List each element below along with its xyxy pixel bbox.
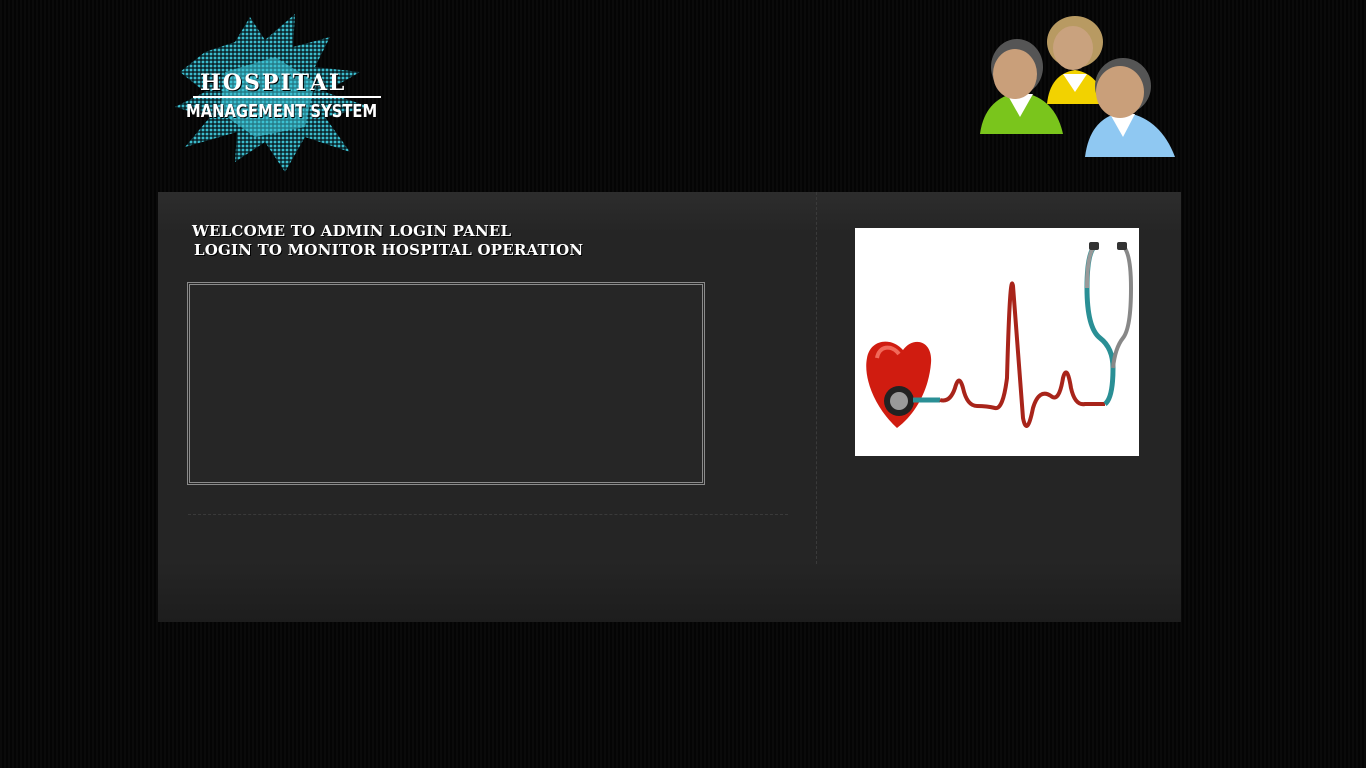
- welcome-heading: WELCOME TO ADMIN LOGIN PANEL: [192, 222, 512, 240]
- logo-title: HOSPITAL: [200, 70, 347, 96]
- vertical-divider: [816, 192, 817, 564]
- welcome-subheading: LOGIN TO MONITOR HOSPITAL OPERATION: [194, 241, 584, 259]
- users-group-icon: [975, 12, 1185, 167]
- hospital-logo: HOSPITAL MANAGEMENT SYSTEM: [165, 12, 395, 177]
- login-form-frame: [187, 282, 705, 485]
- page: HOSPITAL MANAGEMENT SYSTEM WELCOME TO AD…: [0, 0, 1366, 768]
- heart-stethoscope-ecg-image: [855, 228, 1139, 456]
- horizontal-divider: [188, 514, 788, 515]
- login-panel: WELCOME TO ADMIN LOGIN PANEL LOGIN TO MO…: [158, 192, 1181, 622]
- logo-divider: [193, 96, 381, 98]
- logo-subtitle: MANAGEMENT SYSTEM: [186, 101, 378, 122]
